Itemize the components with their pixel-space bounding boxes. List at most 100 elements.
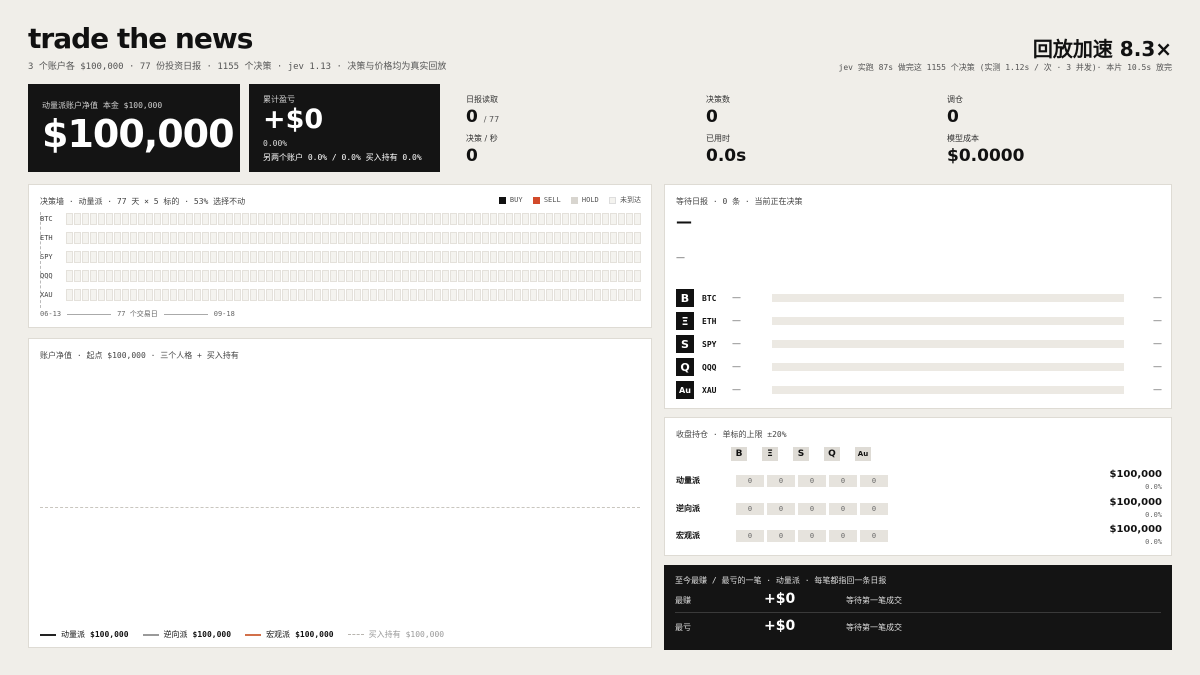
wall-cell [146,212,153,225]
wall-cell [178,250,185,263]
asset-symbol: BTC [702,293,717,303]
wall-cell [410,288,417,301]
wall-date-start: 06-13 [40,310,62,318]
wall-cell [626,250,633,263]
wall-cell [298,250,305,263]
wall-cell [290,250,297,263]
wall-cell [314,231,321,244]
stat-model-cost: 模型成本 $0.0000 [947,133,1024,166]
wall-cell [394,250,401,263]
wall-cell [506,250,513,263]
wall-cell [234,269,241,282]
stat-value: 0.0s [706,146,747,166]
holdings-cell: 0 [860,475,888,487]
holdings-row-name: 逆向派 [676,504,700,513]
stat-label: 日报读取 [466,95,498,104]
wall-cell [314,269,321,282]
holdings-percent: 0.0% [1145,483,1162,491]
holdings-row-momentum: 动量派 0 0 0 0 0 $100,000 0.0% [676,469,1162,497]
wall-cell [618,269,625,282]
wall-cell [498,231,505,244]
holdings-cell: 0 [829,475,857,487]
wall-cell [138,231,145,244]
wall-cell [538,231,545,244]
wall-cell [90,212,97,225]
wall-cell [282,269,289,282]
holdings-value: $100,000 [1109,469,1162,480]
wall-cell [554,269,561,282]
wall-cell [146,269,153,282]
legend-line [245,633,262,636]
stat-value: 0 [947,107,959,127]
asset-row-eth: Ξ ETH — — [676,311,1162,331]
wall-cell [178,288,185,301]
wall-cell [162,250,169,263]
holdings-title: 收盘持仓 · 单标的上限 ±20% [676,430,787,439]
wall-cell [154,212,161,225]
wall-cell [154,288,161,301]
wall-cell [178,269,185,282]
wall-cell [386,269,393,282]
wall-cell [186,288,193,301]
wall-cell [402,212,409,225]
wall-cell [442,250,449,263]
wall-cell [386,212,393,225]
wall-cell [114,250,121,263]
wall-cell [250,212,257,225]
wall-cell [194,231,201,244]
wall-cell [418,269,425,282]
wall-cell [458,250,465,263]
wall-cell [418,250,425,263]
wall-cell [410,250,417,263]
wall-cell [226,269,233,282]
wall-cell [330,212,337,225]
legend-value: $100,000 [192,630,232,639]
stat-label: 已用时 [706,134,730,143]
wall-row-spy: SPY [40,250,642,263]
wall-cell [530,250,537,263]
wall-cell [242,288,249,301]
qqq-icon: Q [824,447,840,461]
wall-cell [578,250,585,263]
stat-label: 决策 / 秒 [466,134,498,143]
wall-cell [66,212,73,225]
holdings-cell: 0 [767,530,795,542]
wall-cell [282,212,289,225]
wall-cell [154,250,161,263]
holdings-cell: 0 [736,503,764,515]
wall-cell [402,288,409,301]
wall-cell [306,231,313,244]
news-panel: 等待日报 · 0 条 · 当前正在决策 — — B BTC — — Ξ ETH … [664,184,1172,409]
pnl-percent: 0.00% [263,138,288,148]
wall-cell [274,250,281,263]
wall-cell [250,288,257,301]
wall-cell [466,288,473,301]
wall-cell [298,269,305,282]
wall-cell [274,269,281,282]
wall-cell [498,212,505,225]
wall-cell [594,231,601,244]
equity-legend: 动量派 $100,000 逆向派 $100,000 宏观派 $100,000 买入持有… [40,629,458,640]
wall-cell [442,269,449,282]
wall-cell [594,288,601,301]
wall-cell [546,250,553,263]
legend-line [142,633,159,636]
ethereum-icon: Ξ [676,312,694,330]
wall-cell [362,269,369,282]
wall-cell [466,212,473,225]
wall-cell [498,269,505,282]
wall-cell [162,231,169,244]
wall-cell [74,288,81,301]
asset-value: — [1153,385,1162,395]
wall-cell [586,250,593,263]
wall-cell [226,231,233,244]
wall-cell [234,250,241,263]
asset-value: — [1153,293,1162,303]
wall-cell [442,288,449,301]
stat-rebalances: 调仓 0 [947,94,963,127]
wall-cell [186,231,193,244]
asset-signal: — [732,339,741,349]
wall-cell [106,269,113,282]
wall-cell [162,269,169,282]
asset-bar [772,317,1124,325]
